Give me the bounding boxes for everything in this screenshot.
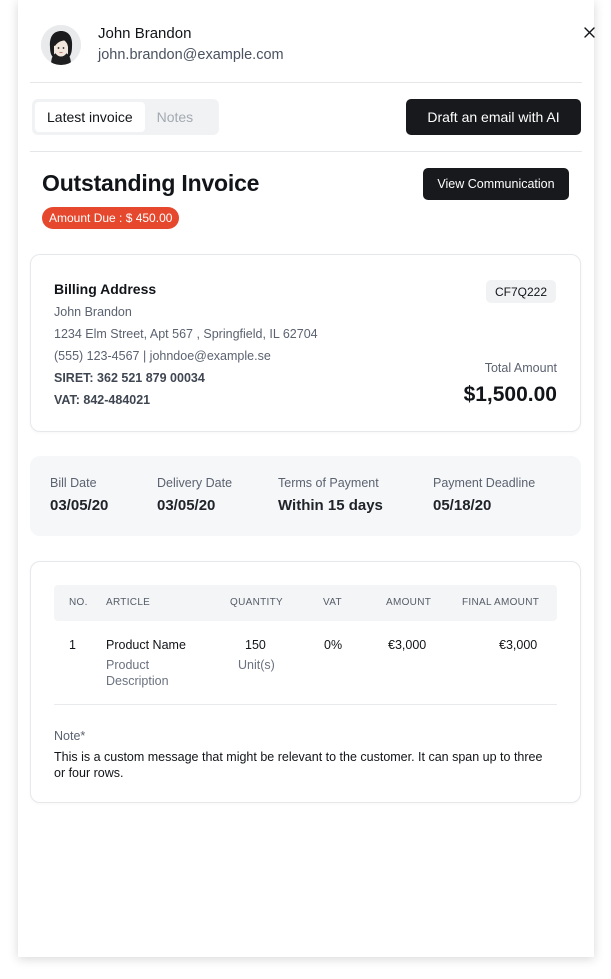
tab-latest-invoice[interactable]: Latest invoice bbox=[35, 102, 145, 132]
billing-name: John Brandon bbox=[54, 305, 132, 319]
bill-date-value: 03/05/20 bbox=[50, 497, 109, 514]
column-header-vat: VAT bbox=[323, 597, 342, 608]
user-header: John Brandon john.brandon@example.com bbox=[30, 0, 595, 83]
dates-strip: Bill Date 03/05/20 Delivery Date 03/05/2… bbox=[30, 456, 581, 536]
invoice-code-badge: CF7Q222 bbox=[486, 280, 557, 303]
amount-due-badge: Amount Due : $ 450.00 bbox=[42, 207, 180, 229]
billing-title: Billing Address bbox=[54, 281, 157, 297]
payment-terms-value: Within 15 days bbox=[278, 497, 383, 514]
table-header: NO. ARTICLE QUANTITY VAT AMOUNT FINAL AM… bbox=[54, 585, 557, 621]
total-amount-value: $1,500.00 bbox=[463, 383, 557, 406]
row-final-amount: €3,000 bbox=[499, 638, 538, 652]
column-header-final-amount: FINAL AMOUNT bbox=[462, 597, 540, 608]
column-header-no: NO. bbox=[69, 597, 88, 608]
note-label: Note* bbox=[54, 729, 86, 743]
total-amount-label: Total Amount bbox=[484, 361, 557, 375]
row-quantity: 150 bbox=[245, 638, 266, 652]
payment-deadline-label: Payment Deadline bbox=[433, 476, 536, 490]
row-vat: 0% bbox=[324, 638, 343, 652]
row-article: Product Name bbox=[106, 638, 186, 652]
page-title: Outstanding Invoice bbox=[42, 170, 260, 196]
avatar bbox=[41, 25, 81, 65]
billing-address: 1234 Elm Street, Apt 567 , Springfield, … bbox=[54, 327, 318, 341]
items-card: NO. ARTICLE QUANTITY VAT AMOUNT FINAL AM… bbox=[30, 561, 581, 803]
row-unit: Unit(s) bbox=[238, 658, 275, 672]
draft-email-ai-button[interactable]: Draft an email with AI bbox=[406, 99, 581, 135]
note-text: This is a custom message that might be r… bbox=[54, 750, 543, 780]
delivery-date-label: Delivery Date bbox=[157, 476, 233, 490]
user-name: John Brandon bbox=[98, 25, 192, 42]
payment-deadline-value: 05/18/20 bbox=[433, 497, 492, 514]
close-icon bbox=[583, 26, 595, 38]
billing-contact: (555) 123-4567 | johndoe@example.se bbox=[54, 349, 271, 363]
column-header-amount: AMOUNT bbox=[386, 597, 432, 608]
delivery-date-value: 03/05/20 bbox=[157, 497, 216, 514]
billing-siret: SIRET: 362 521 879 00034 bbox=[54, 371, 205, 385]
tabs-toolbar: Latest invoice Notes Draft an email with… bbox=[30, 83, 582, 152]
row-amount: €3,000 bbox=[388, 638, 427, 652]
column-header-quantity: QUANTITY bbox=[230, 597, 283, 608]
tab-notes[interactable]: Notes bbox=[145, 102, 206, 132]
billing-card: Billing Address John Brandon 1234 Elm St… bbox=[30, 254, 581, 432]
payment-terms-label: Terms of Payment bbox=[278, 476, 379, 490]
close-button[interactable] bbox=[579, 22, 599, 42]
column-header-article: ARTICLE bbox=[106, 597, 151, 608]
row-divider bbox=[54, 704, 557, 705]
bill-date-label: Bill Date bbox=[50, 476, 97, 490]
tab-group: Latest invoice Notes bbox=[32, 99, 219, 135]
row-description-line2: Description bbox=[106, 674, 169, 688]
billing-vat: VAT: 842-484021 bbox=[54, 393, 151, 407]
invoice-panel: John Brandon john.brandon@example.com La… bbox=[18, 0, 595, 957]
user-email: john.brandon@example.com bbox=[98, 47, 284, 63]
view-communication-button[interactable]: View Communication bbox=[423, 168, 569, 200]
row-no: 1 bbox=[69, 638, 76, 652]
row-description-line1: Product bbox=[106, 658, 150, 672]
